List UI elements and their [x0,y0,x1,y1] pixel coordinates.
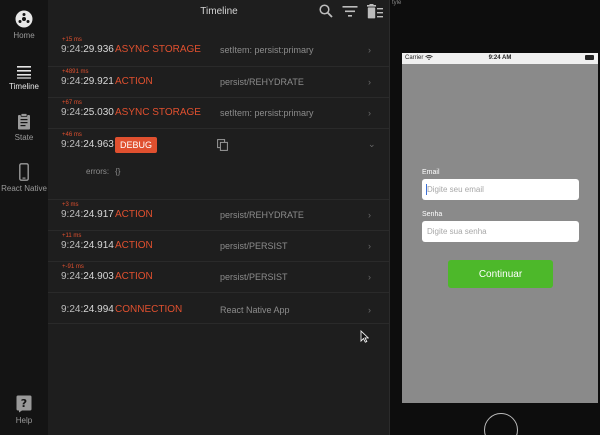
row-delta: +11 ms [62,233,82,239]
chevron-right-icon[interactable]: › [368,241,371,251]
clipboard-icon [18,113,30,130]
chevron-right-icon[interactable]: › [368,45,371,55]
timeline-row-expanded[interactable]: +46 ms 9:24:24.963 DEBUG ⌄ errors:{} [48,129,390,200]
email-label: Email [422,169,440,176]
timeline-row[interactable]: 9:24:24.994 CONNECTION React Native App … [48,293,390,324]
row-time: 9:24:29.936 [61,44,114,55]
timeline-row[interactable]: +11 ms 9:24:24.914 ACTION persist/PERSIS… [48,231,390,262]
help-icon: ? [16,395,32,413]
sidebar-item-label: React Native [1,184,47,193]
chevron-down-icon[interactable]: ⌄ [368,139,376,150]
row-time: 9:24:24.917 [61,209,114,220]
sidebar-item-label: State [14,133,34,142]
mouse-cursor-icon [360,330,369,343]
sidebar-item-state[interactable]: State [0,113,48,142]
row-type: CONNECTION [115,304,183,315]
list-icon [17,66,31,79]
row-detail: persist/REHYDRATE [220,210,304,220]
ios-status-bar: Carrier 9:24 AM [402,53,598,64]
svg-text:?: ? [21,397,27,410]
sidebar-item-label: Help [15,416,33,425]
sidebar-item-react-native[interactable]: React Native [0,163,48,193]
row-detail: persist/PERSIST [220,272,288,282]
timeline-panel: Timeline +15 ms 9:24:29.936 ASYNC STORAG… [48,0,390,435]
row-delta: +46 ms [62,132,82,138]
row-type: ACTION [115,76,153,87]
sidebar-item-home[interactable]: Home [0,10,48,40]
chevron-right-icon[interactable]: › [368,77,371,87]
timeline-row[interactable]: +15 ms 9:24:29.936 ASYNC STORAGE setItem… [48,36,390,67]
password-input[interactable] [422,221,579,242]
chevron-right-icon[interactable]: › [368,210,371,220]
sidebar-item-timeline[interactable]: Timeline [0,65,48,91]
sidebar-item-label: Timeline [9,82,39,91]
chevron-right-icon[interactable]: › [368,272,371,282]
row-type: ACTION [115,209,153,220]
simulator-screen: Carrier 9:24 AM Email Senha Continuar [402,53,598,403]
row-detail: persist/REHYDRATE [220,77,304,87]
row-delta: +-91 ms [62,264,84,270]
row-time: 9:24:24.903 [61,271,114,282]
row-detail: setItem: persist:primary [220,45,314,55]
search-icon[interactable] [319,4,333,18]
row-type: ACTION [115,240,153,251]
reactotron-logo-icon [15,10,33,28]
sidebar: Home Timeline State React Native ? Help [0,0,48,435]
row-delta: +15 ms [62,37,82,43]
filter-icon[interactable] [342,4,358,18]
timeline-row[interactable]: +4891 ms 9:24:29.921 ACTION persist/REHY… [48,67,390,98]
row-type: ASYNC STORAGE [115,107,201,118]
row-type: ACTION [115,271,153,282]
clear-trash-icon[interactable] [366,4,384,19]
row-delta: +67 ms [62,100,82,106]
debug-badge: DEBUG [115,137,158,153]
row-detail: React Native App [220,305,290,315]
password-label: Senha [422,211,443,218]
row-type: ASYNC STORAGE [115,44,201,55]
timeline-row[interactable]: +3 ms 9:24:24.917 ACTION persist/REHYDRA… [48,200,390,231]
debug-payload: errors:{} [86,167,121,176]
copy-icon[interactable] [217,139,228,151]
continue-button[interactable]: Continuar [448,260,553,288]
sidebar-item-label: Home [13,31,35,40]
row-detail: setItem: persist:primary [220,108,314,118]
phone-icon [19,163,29,181]
row-detail: persist/PERSIST [220,241,288,251]
status-clock: 9:24 AM [488,55,512,61]
chevron-right-icon[interactable]: › [368,108,371,118]
row-time: 9:24:24.994 [61,304,114,315]
text-caret [426,184,427,195]
row-time: 9:24:29.921 [61,76,114,87]
email-input[interactable] [422,179,579,200]
sidebar-item-help[interactable]: ? Help [0,395,48,425]
row-delta: +3 ms [62,202,79,208]
row-time: 9:24:24.914 [61,240,114,251]
timeline-row[interactable]: +67 ms 9:24:25.030 ASYNC STORAGE setItem… [48,98,390,129]
row-time: 9:24:25.030 [61,107,114,118]
row-delta: +4891 ms [62,69,89,75]
battery-icon [585,55,594,60]
chevron-right-icon[interactable]: › [368,305,371,315]
row-time: 9:24:24.963 [61,139,114,150]
timeline-row[interactable]: +-91 ms 9:24:24.903 ACTION persist/PERSI… [48,262,390,293]
page-title: Timeline [200,6,238,17]
simulator-window-title: tyle [392,0,402,6]
